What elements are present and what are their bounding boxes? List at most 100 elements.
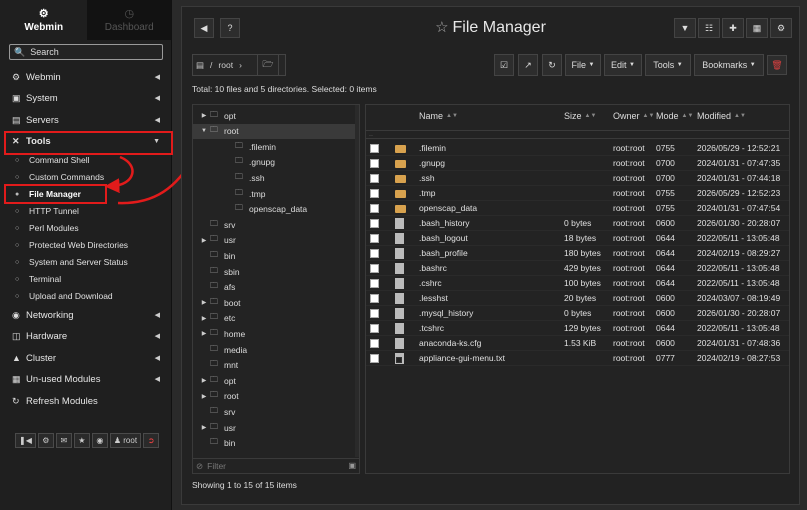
tree-item[interactable]: ▶ 🗀 etc — [193, 311, 355, 326]
tree-item[interactable]: 🗀 sbin — [193, 264, 355, 279]
toggle-sidebar-button[interactable]: ❚◀ — [15, 433, 36, 448]
caret-right-icon[interactable]: ▶ — [198, 315, 210, 322]
refresh-button[interactable]: ↻ — [542, 54, 562, 76]
tab-dashboard[interactable]: ◷ Dashboard — [87, 0, 171, 40]
file-name[interactable]: .lesshst — [419, 293, 448, 303]
file-name[interactable]: .tmp — [419, 188, 436, 198]
tools-perl-modules[interactable]: ○ Perl Modules — [0, 220, 172, 236]
column-size[interactable]: Size ▲▼ — [564, 111, 596, 121]
delete-button[interactable]: 🗑 — [767, 55, 787, 75]
table-row[interactable]: .bash_history 0 bytes root:root 0600 2026/01… — [366, 216, 789, 231]
caret-right-icon[interactable]: ▶ — [198, 299, 210, 306]
tree-item[interactable]: 🗀 media — [193, 342, 355, 357]
caret-right-icon[interactable]: ▶ — [198, 112, 210, 119]
tools-http-tunnel[interactable]: ○ HTTP Tunnel — [0, 203, 172, 219]
caret-right-icon[interactable]: ▶ — [198, 424, 210, 431]
tree-filter-input[interactable]: ⊘ Filter ▣ — [193, 458, 359, 473]
menu-webmin[interactable]: ⚙ Webmin ◀ — [0, 68, 172, 86]
file-name[interactable]: appliance-gui-menu.txt — [419, 353, 505, 363]
table-row[interactable]: .mysql_history 0 bytes root:root 0600 2026/0… — [366, 306, 789, 321]
folder-icon[interactable]: ▣ — [348, 461, 356, 470]
table-row[interactable]: .ssh root:root 0700 2024/01/31 - 07:44:18 — [366, 171, 789, 186]
edit-menu-button[interactable]: Edit ▼ — [604, 54, 642, 76]
row-checkbox[interactable] — [370, 219, 379, 228]
table-row[interactable]: .filemin root:root 0755 2026/05/29 - 12:52:… — [366, 141, 789, 156]
settings-button[interactable]: ⚙ — [770, 18, 792, 38]
file-name[interactable]: .bash_profile — [419, 248, 468, 258]
file-name[interactable]: .tcshrc — [419, 323, 444, 333]
tree-item[interactable]: 🗀 mnt — [193, 358, 355, 373]
row-checkbox[interactable] — [370, 324, 379, 333]
menu-refresh-modules[interactable]: ↻ Refresh Modules — [0, 392, 172, 410]
row-checkbox[interactable] — [370, 294, 379, 303]
menu-system[interactable]: ▣ System ◀ — [0, 89, 172, 107]
tree-item[interactable]: 🗀 .gnupg — [193, 155, 355, 170]
table-row[interactable]: .bash_profile 180 bytes root:root 0644 2024/… — [366, 246, 789, 261]
row-checkbox[interactable] — [370, 264, 379, 273]
menu-unused-modules[interactable]: ▦ Un-used Modules ◀ — [0, 370, 172, 388]
mail-button[interactable]: ✉ — [55, 433, 72, 448]
tree-item[interactable]: 🗀 .ssh — [193, 170, 355, 185]
table-row[interactable]: .cshrc 100 bytes root:root 0644 2022/05/11 -… — [366, 276, 789, 291]
file-name[interactable]: anaconda-ks.cfg — [419, 338, 481, 348]
row-checkbox[interactable] — [370, 174, 379, 183]
menu-servers[interactable]: ▤ Servers ◀ — [0, 111, 172, 129]
table-row[interactable]: .lesshst 20 bytes root:root 0600 2024/03/07 … — [366, 291, 789, 306]
tree-item[interactable]: 🗀 openscap_data — [193, 202, 355, 217]
tree-item[interactable]: ▶ 🗀 boot — [193, 295, 355, 310]
file-menu-button[interactable]: File ▼ — [565, 54, 601, 76]
tree-item[interactable]: ▶ 🗀 opt — [193, 108, 355, 123]
tree-item[interactable]: ▶ 🗀 usr — [193, 233, 355, 248]
menu-tools[interactable]: ✕ Tools ▼ — [0, 132, 172, 150]
tree-item[interactable]: ▼ 🗀 root — [193, 123, 355, 139]
tools-command-shell[interactable]: ○ Command Shell — [0, 152, 172, 168]
row-checkbox[interactable] — [370, 159, 379, 168]
caret-right-icon[interactable]: ▶ — [198, 330, 210, 337]
table-row[interactable]: .tcshrc 129 bytes root:root 0644 2022/05/11 … — [366, 321, 789, 336]
search-input[interactable]: 🔍 Search — [9, 44, 163, 60]
menu-cluster[interactable]: ▲ Cluster ◀ — [0, 349, 172, 367]
menu-hardware[interactable]: ◫ Hardware ◀ — [0, 327, 172, 345]
row-checkbox[interactable] — [370, 339, 379, 348]
row-checkbox[interactable] — [370, 189, 379, 198]
bookmarks-menu-button[interactable]: Bookmarks ▼ — [694, 54, 764, 76]
caret-right-icon[interactable]: ▶ — [198, 393, 210, 400]
caret-right-icon[interactable]: ▶ — [198, 237, 210, 244]
menu-networking[interactable]: ◉ Networking ◀ — [0, 306, 172, 324]
table-row[interactable]: .tmp root:root 0755 2026/05/29 - 12:52:23 — [366, 186, 789, 201]
row-checkbox[interactable] — [370, 279, 379, 288]
file-name[interactable]: .mysql_history — [419, 308, 473, 318]
file-name[interactable]: .bash_logout — [419, 233, 468, 243]
select-all-button[interactable]: ☑ — [494, 54, 514, 76]
favorites-button[interactable]: ★ — [73, 433, 90, 448]
tree-item[interactable]: ▶ 🗀 usr — [193, 420, 355, 435]
caret-down-icon[interactable]: ▼ — [198, 128, 210, 134]
row-checkbox[interactable] — [370, 204, 379, 213]
tree-item[interactable]: 🗀 srv — [193, 217, 355, 232]
terminal-button[interactable]: ▦ — [746, 18, 768, 38]
tools-file-manager[interactable]: ● File Manager — [0, 186, 172, 202]
tab-webmin[interactable]: ⚙ Webmin — [0, 0, 87, 40]
table-row[interactable]: openscap_data root:root 0755 2024/01/31 - 0… — [366, 201, 789, 216]
table-row[interactable]: .bash_logout 18 bytes root:root 0644 2022/05… — [366, 231, 789, 246]
row-checkbox[interactable] — [370, 234, 379, 243]
file-name[interactable]: .bash_history — [419, 218, 470, 228]
star-outline-icon[interactable]: ☆ — [435, 19, 448, 36]
caret-right-icon[interactable]: ▶ — [198, 377, 210, 384]
settings-button[interactable]: ⚙ — [37, 433, 54, 448]
tree-item[interactable]: 🗀 bin — [193, 248, 355, 263]
tree-scrollbar[interactable] — [355, 105, 359, 457]
user-button[interactable]: ♟ root — [109, 433, 142, 448]
column-mode[interactable]: Mode ▲▼ — [656, 111, 693, 121]
table-row[interactable]: .gnupg root:root 0700 2024/01/31 - 07:47:35 — [366, 156, 789, 171]
columns-button[interactable]: ☷ — [698, 18, 720, 38]
tree-item[interactable]: 🗀 .filemin — [193, 139, 355, 154]
add-button[interactable]: ✚ — [722, 18, 744, 38]
row-checkbox[interactable] — [370, 354, 379, 363]
table-row[interactable]: appliance-gui-menu.txt root:root 0777 2024/… — [366, 351, 789, 366]
file-name[interactable]: .ssh — [419, 173, 435, 183]
share-button[interactable]: ↗ — [518, 54, 538, 76]
column-name[interactable]: Name ▲▼ — [419, 111, 458, 121]
open-folder-button[interactable]: 🗁 — [257, 54, 279, 76]
tools-menu-button[interactable]: Tools ▼ — [645, 54, 691, 76]
